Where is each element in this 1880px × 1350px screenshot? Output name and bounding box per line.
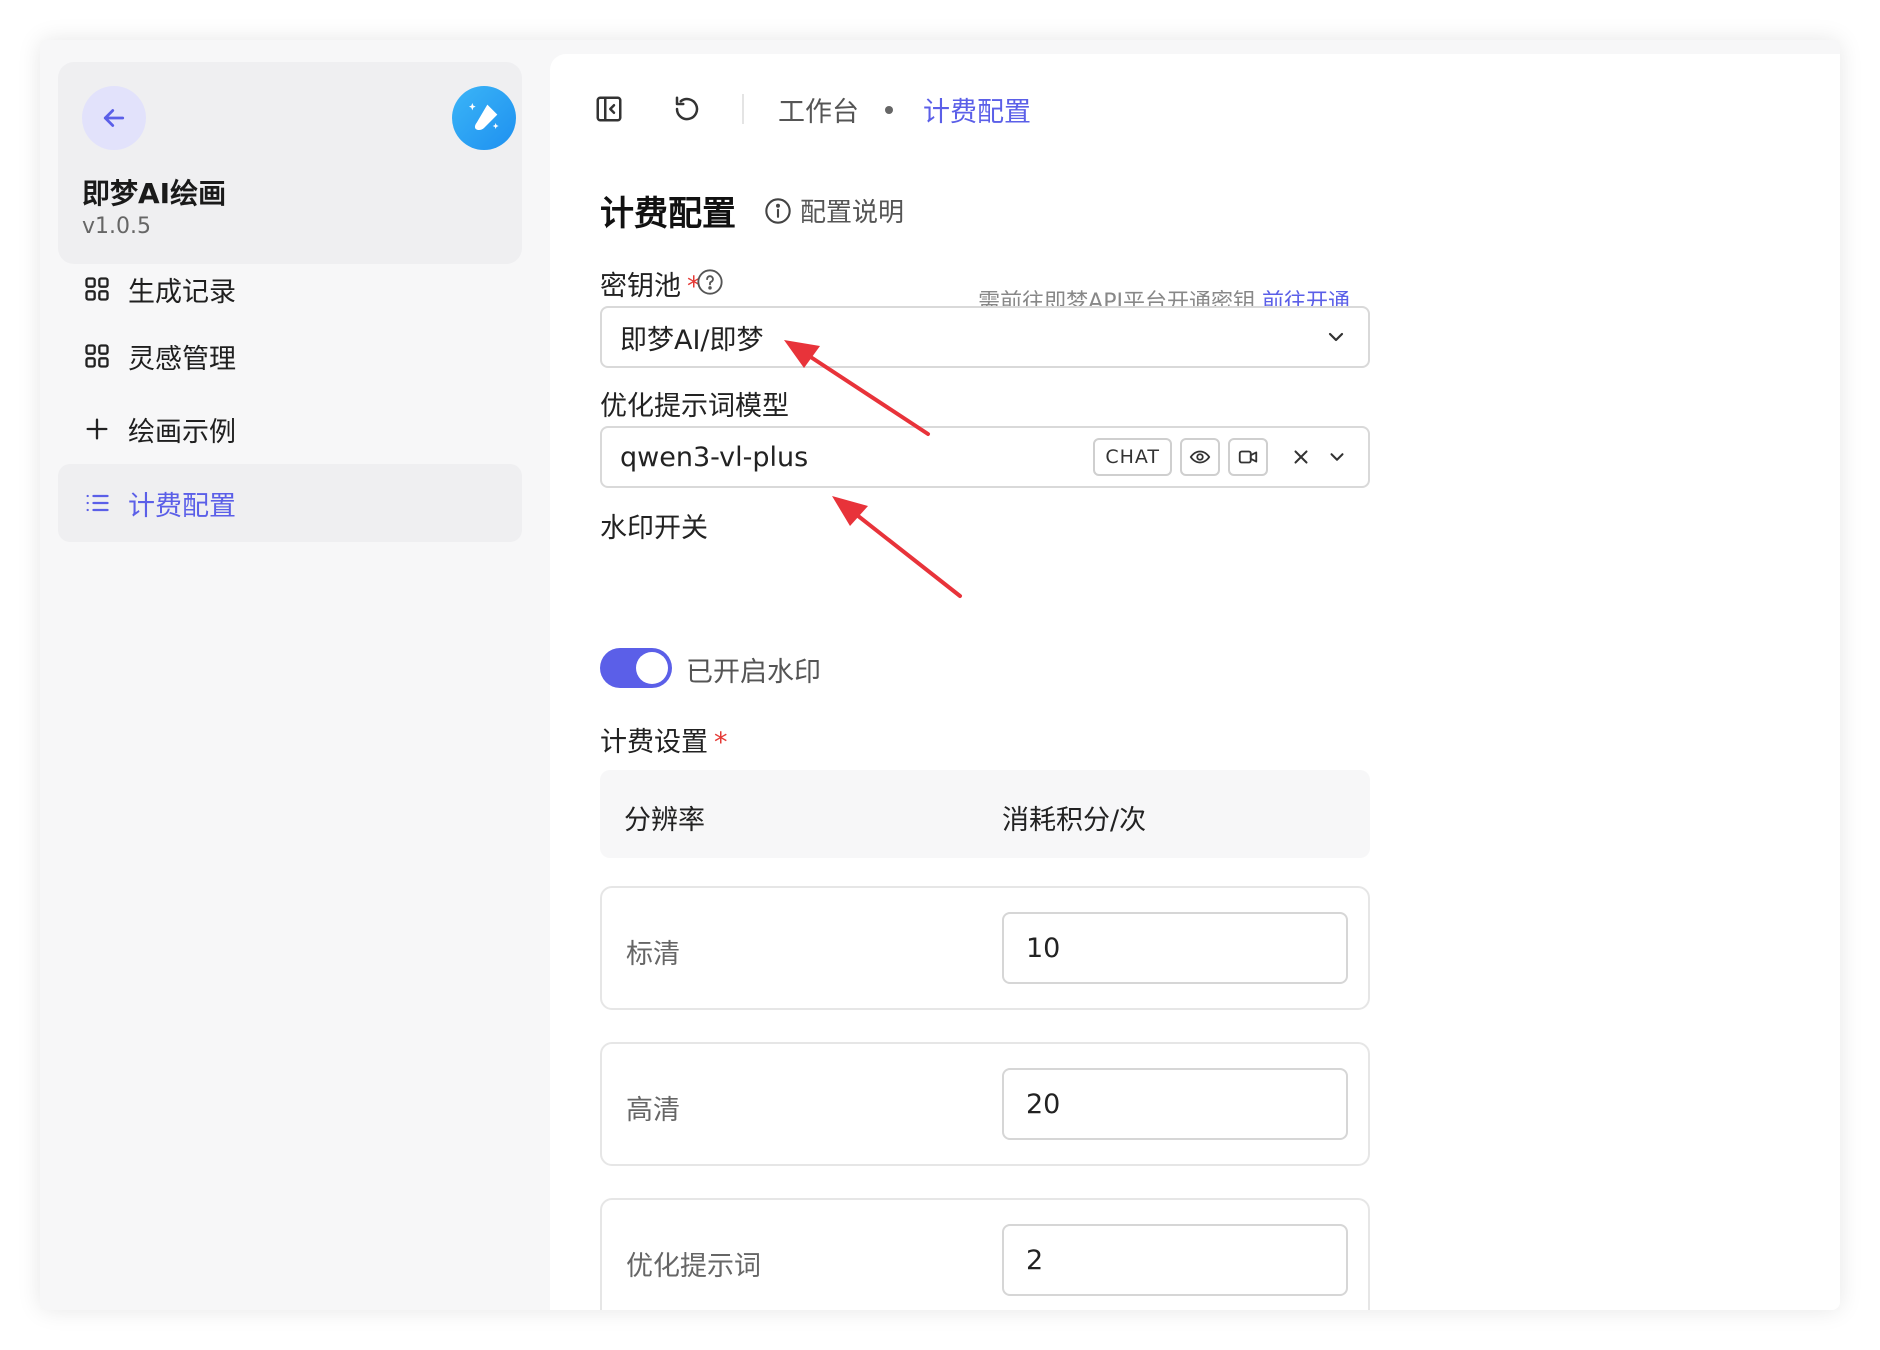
info-icon [765, 197, 791, 224]
chevron-down-icon [1330, 453, 1344, 461]
sidebar-item-inspiration[interactable]: 灵感管理 [58, 317, 522, 395]
row-name: 标清 [626, 939, 680, 970]
cost-input[interactable] [1002, 1224, 1348, 1296]
row-name: 优化提示词 [626, 1251, 761, 1282]
breadcrumb-separator [885, 106, 893, 114]
video-camera-icon [1238, 450, 1258, 464]
divider [742, 94, 744, 124]
column-header-resolution: 分辨率 [624, 805, 705, 836]
column-header-cost: 消耗积分/次 [1002, 805, 1147, 836]
key-pool-label: 密钥池 * [600, 264, 701, 303]
sidebar-item-label: 生成记录 [128, 276, 236, 308]
question-circle-icon[interactable] [696, 268, 724, 296]
grid-icon [82, 274, 112, 304]
breadcrumb-current: 计费配置 [923, 97, 1031, 128]
back-button[interactable] [82, 86, 146, 150]
sidebar-item-billing-config[interactable]: 计费配置 [58, 464, 522, 542]
sidebar-item-label: 计费配置 [128, 490, 236, 522]
billing-row: 优化提示词 [600, 1198, 1370, 1310]
list-icon [82, 488, 112, 518]
chat-tag: CHAT [1093, 438, 1172, 476]
sidebar: 即梦AI绘画 v1.0.5 生成记录 灵感管理 绘画示例 计费配置 [40, 40, 550, 1310]
arrow-left-icon [103, 109, 125, 127]
required-mark: * [714, 727, 728, 758]
prompt-model-select[interactable]: qwen3-vl-plus CHAT [600, 426, 1370, 488]
app-title: 即梦AI绘画 [82, 177, 227, 210]
sidebar-item-label: 灵感管理 [128, 343, 236, 375]
watermark-toggle[interactable] [600, 648, 672, 688]
key-pool-value: 即梦AI/即梦 [620, 324, 764, 356]
vision-tag [1180, 438, 1220, 476]
cost-input[interactable] [1002, 912, 1348, 984]
sidebar-item-drawing-examples[interactable]: 绘画示例 [58, 390, 522, 468]
config-help-link[interactable]: 配置说明 [764, 192, 904, 229]
video-tag [1228, 438, 1268, 476]
clear-button[interactable] [1290, 446, 1312, 468]
billing-row: 标清 [600, 886, 1370, 1010]
collapse-sidebar-icon[interactable] [592, 92, 626, 126]
prompt-model-label: 优化提示词模型 [600, 391, 789, 422]
topbar: 工作台 计费配置 [550, 54, 1840, 164]
app-card: 即梦AI绘画 v1.0.5 [58, 62, 522, 264]
plus-icon [82, 414, 112, 444]
page-title: 计费配置 [600, 194, 736, 234]
cost-input[interactable] [1002, 1068, 1348, 1140]
breadcrumb-parent[interactable]: 工作台 [778, 90, 859, 129]
app-logo [452, 86, 516, 150]
toggle-knob [636, 652, 668, 684]
billing-label: 计费设置 * [600, 720, 728, 759]
billing-label-text: 计费设置 [600, 727, 708, 758]
refresh-icon[interactable] [670, 92, 704, 126]
magic-brush-icon [469, 103, 499, 130]
billing-row: 高清 [600, 1042, 1370, 1166]
row-name: 高清 [626, 1095, 680, 1126]
key-pool-label-text: 密钥池 [600, 271, 681, 302]
eye-icon [1189, 450, 1211, 464]
app-window: 即梦AI绘画 v1.0.5 生成记录 灵感管理 绘画示例 计费配置 工作台 计费… [40, 40, 1840, 1310]
help-link-label: 配置说明 [800, 198, 905, 228]
close-icon [1294, 450, 1308, 464]
sidebar-item-label: 绘画示例 [128, 416, 236, 448]
prompt-model-value: qwen3-vl-plus [620, 441, 809, 473]
chevron-down-icon [1328, 332, 1344, 342]
key-pool-select[interactable]: 即梦AI/即梦 [600, 306, 1370, 368]
main-content: 工作台 计费配置 计费配置 配置说明 密钥池 * 需前往即梦API平台开通密钥,前… [550, 54, 1840, 1310]
billing-table-header: 分辨率 消耗积分/次 [600, 770, 1370, 858]
watermark-label: 水印开关 [600, 513, 708, 544]
grid-icon [82, 341, 112, 371]
app-version: v1.0.5 [82, 214, 151, 239]
watermark-status: 已开启水印 [686, 657, 821, 688]
